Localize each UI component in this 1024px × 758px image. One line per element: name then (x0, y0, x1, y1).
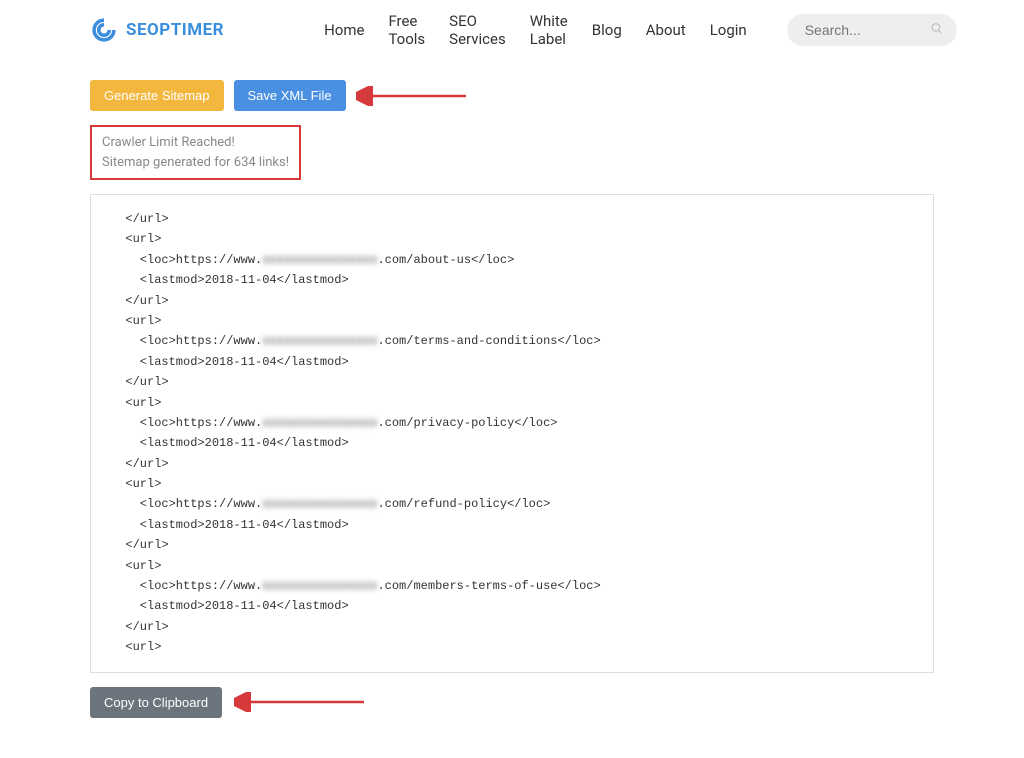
annotation-arrow-icon (234, 692, 374, 712)
search-wrap (787, 14, 957, 46)
status-line-1: Crawler Limit Reached! (102, 133, 289, 153)
logo[interactable]: SEOPTIMER (90, 16, 224, 44)
logo-text: SEOPTIMER (126, 20, 224, 40)
nav-login[interactable]: Login (710, 21, 747, 39)
copy-to-clipboard-button[interactable]: Copy to Clipboard (90, 687, 222, 718)
save-xml-button[interactable]: Save XML File (234, 80, 346, 111)
nav-blog[interactable]: Blog (592, 21, 622, 39)
nav-white-label[interactable]: White Label (530, 12, 568, 48)
copy-row: Copy to Clipboard (90, 687, 934, 718)
nav-seo-services[interactable]: SEO Services (449, 12, 506, 48)
nav-free-tools[interactable]: Free Tools (388, 12, 425, 48)
generate-sitemap-button[interactable]: Generate Sitemap (90, 80, 224, 111)
status-line-2: Sitemap generated for 634 links! (102, 153, 289, 173)
button-row: Generate Sitemap Save XML File (90, 80, 934, 111)
header: SEOPTIMER Home Free Tools SEO Services W… (0, 0, 1024, 60)
annotation-arrow-icon (356, 86, 476, 106)
nav-home[interactable]: Home (324, 21, 364, 39)
status-box: Crawler Limit Reached! Sitemap generated… (90, 125, 301, 180)
search-icon (930, 22, 943, 39)
sitemap-code-block: </url> <url> <loc>https://www.xxxxxxxxxx… (90, 194, 934, 673)
nav: Home Free Tools SEO Services White Label… (324, 12, 747, 48)
logo-icon (90, 16, 118, 44)
content: Generate Sitemap Save XML File Crawler L… (0, 60, 1024, 758)
nav-about[interactable]: About (646, 21, 686, 39)
